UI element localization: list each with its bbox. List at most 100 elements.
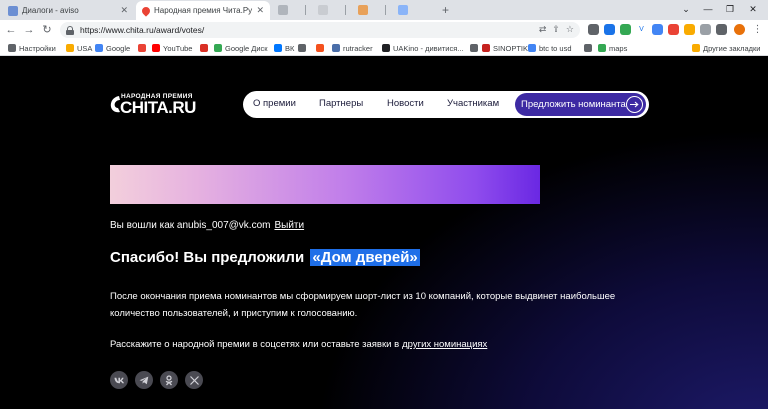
bookmark-item[interactable]: ВК [274,42,294,54]
nav-about[interactable]: О премии [253,98,296,109]
bookmark-favicon-icon [152,44,160,52]
share-text: Расскажите о народной премии в соцсетях … [110,339,487,350]
main-nav: О премии Партнеры Новости Участникам Пре… [243,91,649,118]
vpn-icon[interactable]: V [636,24,647,35]
tab-title: Народная премия Чита.Ру в Чита [154,6,253,15]
menu-dots-icon[interactable]: ⋮ [752,24,763,35]
bookmark-item[interactable]: UAKino - дивитися... [382,42,464,54]
vk-icon[interactable] [110,371,128,389]
tab-search-icon[interactable]: ⌄ [678,2,694,16]
reload-icon[interactable]: ↻ [40,23,54,37]
bookmark-item[interactable]: maps [598,42,627,54]
bookmark-item[interactable]: Google Диск [214,42,268,54]
bookmark-item[interactable] [200,42,211,54]
bookmark-favicon-icon [200,44,208,52]
bookmarks-bar: Настройки USA Google YouTube Google Диск ВК ru… [0,40,768,56]
bookmark-item[interactable] [316,42,327,54]
bookmark-item[interactable] [298,42,309,54]
tab-favicon-icon[interactable] [358,5,368,15]
location-pin-icon [140,4,152,17]
bookmark-favicon-icon [482,44,490,52]
page-content: НАРОДНАЯ ПРЕМИЯ CHITA.RU О премии Партне… [0,57,768,409]
extension-icon[interactable] [652,24,663,35]
bookmark-favicon-icon [214,44,222,52]
bookmark-label: maps [609,43,628,53]
nav-news[interactable]: Новости [387,98,424,109]
nav-participants[interactable]: Участникам [447,98,499,109]
minimize-icon[interactable]: — [700,2,716,16]
url-text[interactable]: https://www.chita.ru/award/votes/ [80,25,204,35]
translate-icon[interactable]: ⇄ [539,24,547,35]
bookmark-label: Другие закладки [703,43,761,53]
bookmark-item[interactable]: Настройки [8,42,56,54]
nav-partners[interactable]: Партнеры [319,98,363,109]
bookmark-favicon-icon [8,44,16,52]
bookmark-label: Google [106,43,131,53]
telegram-icon[interactable] [135,371,153,389]
tab-favicon-icon[interactable] [398,5,408,15]
site-logo[interactable]: НАРОДНАЯ ПРЕМИЯ CHITA.RU [110,91,210,117]
new-tab-icon[interactable]: + [442,3,449,17]
star-icon[interactable]: ☆ [566,24,574,35]
bookmark-item[interactable]: SINOPTIK [482,42,528,54]
extension-icon[interactable] [604,24,615,35]
close-icon[interactable]: ✕ [120,5,128,16]
extension-icon[interactable] [700,24,711,35]
share-prefix: Расскажите о народной премии в соцсетях … [110,339,400,350]
tab-aviso[interactable]: Диалоги - aviso ✕ [2,1,134,20]
tab-favicon-icon[interactable] [318,5,328,15]
tab-strip: Диалоги - aviso ✕ Народная премия Чита.Р… [0,0,768,20]
avatar[interactable] [734,24,745,35]
forward-icon[interactable]: → [22,23,36,37]
bookmark-item[interactable] [584,42,595,54]
logged-in-text: Вы вошли как anubis_007@vk.com [110,220,271,231]
bookmark-item[interactable]: YouTube [152,42,192,54]
tab-chita[interactable]: Народная премия Чита.Ру в Чита ✕ [136,1,270,20]
window-close-icon[interactable]: ✕ [745,2,761,16]
bookmark-label: ВК [285,43,295,53]
back-icon[interactable]: ← [4,23,18,37]
suggest-nominee-button[interactable]: Предложить номинанта [515,93,646,116]
extensions-puzzle-icon[interactable] [716,24,727,35]
aviso-favicon-icon [8,5,18,16]
tab-favicon-icon[interactable] [278,5,288,15]
address-bar[interactable]: https://www.chita.ru/award/votes/ ⇄ ⇪ ☆ [60,22,580,38]
bookmark-item[interactable] [138,42,149,54]
nominee-name: «Дом дверей» [310,249,420,266]
browser-toolbar: ← → ↻ https://www.chita.ru/award/votes/ … [0,20,768,40]
tab-title: Диалоги - aviso [22,6,79,15]
bookmark-label: UAKino - дивитися... [393,43,464,53]
bookmark-favicon-icon [470,44,478,52]
arrow-right-icon [626,96,643,113]
extension-icon[interactable] [684,24,695,35]
extension-icon[interactable] [620,24,631,35]
logout-link[interactable]: Выйти [274,220,304,231]
thanks-text: Спасибо! Вы предложили [110,249,305,266]
close-icon[interactable]: ✕ [256,5,264,16]
bookmark-favicon-icon [95,44,103,52]
odnoklassniki-icon[interactable] [160,371,178,389]
extension-icon[interactable] [588,24,599,35]
bookmark-item[interactable]: Другие закладки [692,42,760,54]
bookmark-item[interactable]: btc to usd [528,42,572,54]
cta-label: Предложить номинанта [521,99,626,110]
logo-title: CHITA.RU [120,98,196,117]
bookmark-favicon-icon [332,44,340,52]
bookmark-label: rutracker [343,43,373,53]
lock-icon[interactable] [66,25,74,35]
bookmark-favicon-icon [598,44,606,52]
bookmark-item[interactable]: USA [66,42,92,54]
bookmark-item[interactable]: rutracker [332,42,373,54]
bookmark-label: Настройки [19,43,56,53]
thank-you-heading: Спасибо! Вы предложили «Дом дверей» [110,249,420,266]
bookmark-label: btc to usd [539,43,572,53]
other-nominations-link[interactable]: других номинациях [402,339,487,350]
bookmark-item[interactable]: Google [95,42,130,54]
x-icon[interactable] [185,371,203,389]
extension-icon[interactable] [668,24,679,35]
maximize-icon[interactable]: ❐ [722,2,738,16]
bookmark-label: SINOPTIK [493,43,529,53]
bookmark-item[interactable] [470,42,481,54]
share-icon[interactable]: ⇪ [552,24,560,35]
login-status: Вы вошли как anubis_007@vk.com Выйти [110,220,304,231]
